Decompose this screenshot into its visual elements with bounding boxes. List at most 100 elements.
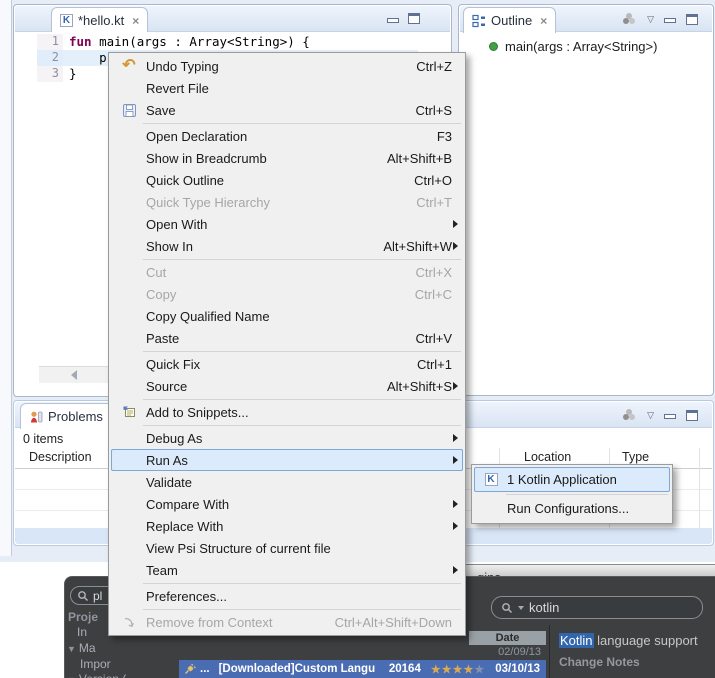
context-menu-item-revert-file[interactable]: Revert File	[111, 77, 463, 99]
column-type[interactable]: Type	[622, 450, 649, 464]
context-menu-item-remove-from-context[interactable]: Remove from ContextCtrl+Alt+Shift+Down	[111, 611, 463, 633]
scroll-left-icon[interactable]	[71, 370, 77, 380]
context-menu-item-cut[interactable]: CutCtrl+X	[111, 261, 463, 283]
run-as-submenu-item-1-kotlin-application[interactable]: K1 Kotlin Application	[474, 467, 670, 492]
plugin-search-input[interactable]: kotlin	[491, 596, 703, 619]
plugin-detail-section: Change Notes	[559, 655, 715, 669]
plugin-row-selected[interactable]: ... [Downloaded]Custom Langu 20164 ★★★★★…	[179, 660, 546, 678]
context-menu-item-add-to-snippets[interactable]: Add to Snippets...	[111, 401, 463, 423]
menu-separator	[143, 583, 461, 584]
context-menu-item-replace-with[interactable]: Replace With	[111, 515, 463, 537]
plugin-name: [Downloaded]Custom Langu	[219, 663, 376, 675]
context-menu-item-validate[interactable]: Validate	[111, 471, 463, 493]
column-date[interactable]: Date	[469, 631, 546, 645]
minimize-icon[interactable]	[664, 18, 676, 23]
submenu-arrow-icon	[453, 242, 458, 250]
undo-icon: ↶	[112, 59, 146, 73]
code-line-1[interactable]: fun main(args : Array<String>) {	[63, 34, 418, 50]
search-options-icon[interactable]	[518, 606, 524, 610]
context-menu-item-show-in-breadcrumb[interactable]: Show in BreadcrumbAlt+Shift+B	[111, 147, 463, 169]
menu-item-label: Open Declaration	[146, 129, 437, 144]
tab-title: Problems	[48, 409, 103, 424]
menu-item-label: Open With	[146, 217, 462, 232]
menu-item-label: Quick Fix	[146, 357, 417, 372]
menu-item-label: Show in Breadcrumb	[146, 151, 387, 166]
column-location[interactable]: Location	[524, 450, 571, 464]
maximize-icon[interactable]	[686, 410, 698, 421]
plugin-date-cell: 02/09/13	[469, 646, 541, 658]
menu-item-label: Run Configurations...	[507, 501, 669, 516]
minimize-icon[interactable]	[387, 18, 399, 23]
submenu-arrow-icon	[453, 456, 458, 464]
menu-item-label: Replace With	[146, 519, 462, 534]
context-menu-item-quick-outline[interactable]: Quick OutlineCtrl+O	[111, 169, 463, 191]
context-menu-item-open-declaration[interactable]: Open DeclarationF3	[111, 125, 463, 147]
star-filled-icon: ★	[453, 664, 464, 676]
minimize-icon[interactable]	[664, 414, 676, 419]
star-empty-icon: ★	[474, 664, 485, 676]
menu-item-label: Copy Qualified Name	[146, 309, 462, 324]
maximize-icon[interactable]	[686, 14, 698, 25]
context-menu-item-view-psi-structure-of-current-file[interactable]: View Psi Structure of current file	[111, 537, 463, 559]
tab-close-icon[interactable]: ×	[540, 14, 547, 28]
settings-tree-item[interactable]: Proje	[68, 610, 98, 624]
plugin-detail-title: Kotlin language support	[559, 633, 715, 648]
line-number: 3	[37, 66, 63, 82]
settings-tree-item[interactable]: In	[77, 625, 87, 639]
menu-item-label: Save	[146, 103, 416, 118]
line-number: 1	[37, 34, 63, 50]
column-description[interactable]: Description	[29, 450, 92, 464]
tab-hello-kt[interactable]: K *hello.kt ×	[51, 7, 148, 33]
context-menu-item-team[interactable]: Team	[111, 559, 463, 581]
filter-icon[interactable]	[623, 409, 637, 421]
outline-header: Outline × ▽	[460, 6, 712, 32]
code-token: }	[69, 66, 77, 81]
menu-item-label: Validate	[146, 475, 462, 490]
tab-close-icon[interactable]: ×	[132, 14, 139, 28]
view-menu-icon[interactable]: ▽	[647, 14, 654, 25]
context-menu-item-preferences[interactable]: Preferences...	[111, 585, 463, 607]
settings-search-value: pl	[93, 589, 102, 603]
collapsed-left-panel	[0, 0, 12, 556]
save-icon	[112, 103, 146, 118]
view-menu-icon[interactable]: ▽	[647, 410, 654, 421]
editor-tab-bar: K *hello.kt ×	[15, 6, 450, 32]
context-menu-item-quick-fix[interactable]: Quick FixCtrl+1	[111, 353, 463, 375]
menu-item-label: Remove from Context	[146, 615, 335, 630]
context-menu-item-run-as[interactable]: Run As	[111, 449, 463, 471]
menu-item-label: Compare With	[146, 497, 462, 512]
menu-item-label: Quick Type Hierarchy	[146, 195, 416, 210]
context-menu-item-show-in[interactable]: Show InAlt+Shift+W	[111, 235, 463, 257]
context-menu-item-paste[interactable]: PasteCtrl+V	[111, 327, 463, 349]
context-menu-item-copy-qualified-name[interactable]: Copy Qualified Name	[111, 305, 463, 327]
context-menu-item-compare-with[interactable]: Compare With	[111, 493, 463, 515]
context-menu-item-open-with[interactable]: Open With	[111, 213, 463, 235]
menu-item-shortcut: Ctrl+X	[416, 265, 462, 280]
context-menu-item-undo-typing[interactable]: ↶Undo TypingCtrl+Z	[111, 55, 463, 77]
menu-item-label: Run As	[146, 453, 462, 468]
tab-outline[interactable]: Outline ×	[463, 7, 556, 33]
settings-tree-item[interactable]: ▼Ma	[67, 641, 96, 655]
menu-item-label: Quick Outline	[146, 173, 414, 188]
menu-item-shortcut: F3	[437, 129, 462, 144]
settings-tree-item[interactable]: ▼Version (	[67, 672, 126, 678]
maximize-icon[interactable]	[408, 13, 420, 24]
context-menu-item-debug-as[interactable]: Debug As	[111, 427, 463, 449]
context-menu-item-source[interactable]: SourceAlt+Shift+S	[111, 375, 463, 397]
context-menu-item-save[interactable]: SaveCtrl+S	[111, 99, 463, 121]
menu-item-shortcut: Ctrl+Alt+Shift+Down	[335, 615, 462, 630]
outline-item-label: main(args : Array<String>)	[505, 39, 657, 54]
plugin-downloads: 20164	[389, 663, 421, 675]
screenshot-root: K *hello.kt × 123 fun main(args : Array<…	[0, 0, 715, 678]
tree-expand-icon[interactable]: ▼	[67, 644, 76, 654]
outline-item-main[interactable]: main(args : Array<String>)	[489, 39, 657, 54]
plugin-prefix: ...	[200, 663, 210, 675]
context-menu-item-quick-type-hierarchy[interactable]: Quick Type HierarchyCtrl+T	[111, 191, 463, 213]
context-menu-item-copy[interactable]: CopyCtrl+C	[111, 283, 463, 305]
plugin-rating-stars: ★★★★★	[431, 663, 485, 676]
settings-tree-item[interactable]: Impor	[80, 657, 111, 671]
link-with-editor-icon[interactable]	[623, 13, 637, 25]
run-as-submenu-item-run-configurations[interactable]: Run Configurations...	[474, 496, 670, 521]
line-number-gutter: 123	[37, 34, 63, 82]
tab-title: Outline	[491, 13, 532, 28]
